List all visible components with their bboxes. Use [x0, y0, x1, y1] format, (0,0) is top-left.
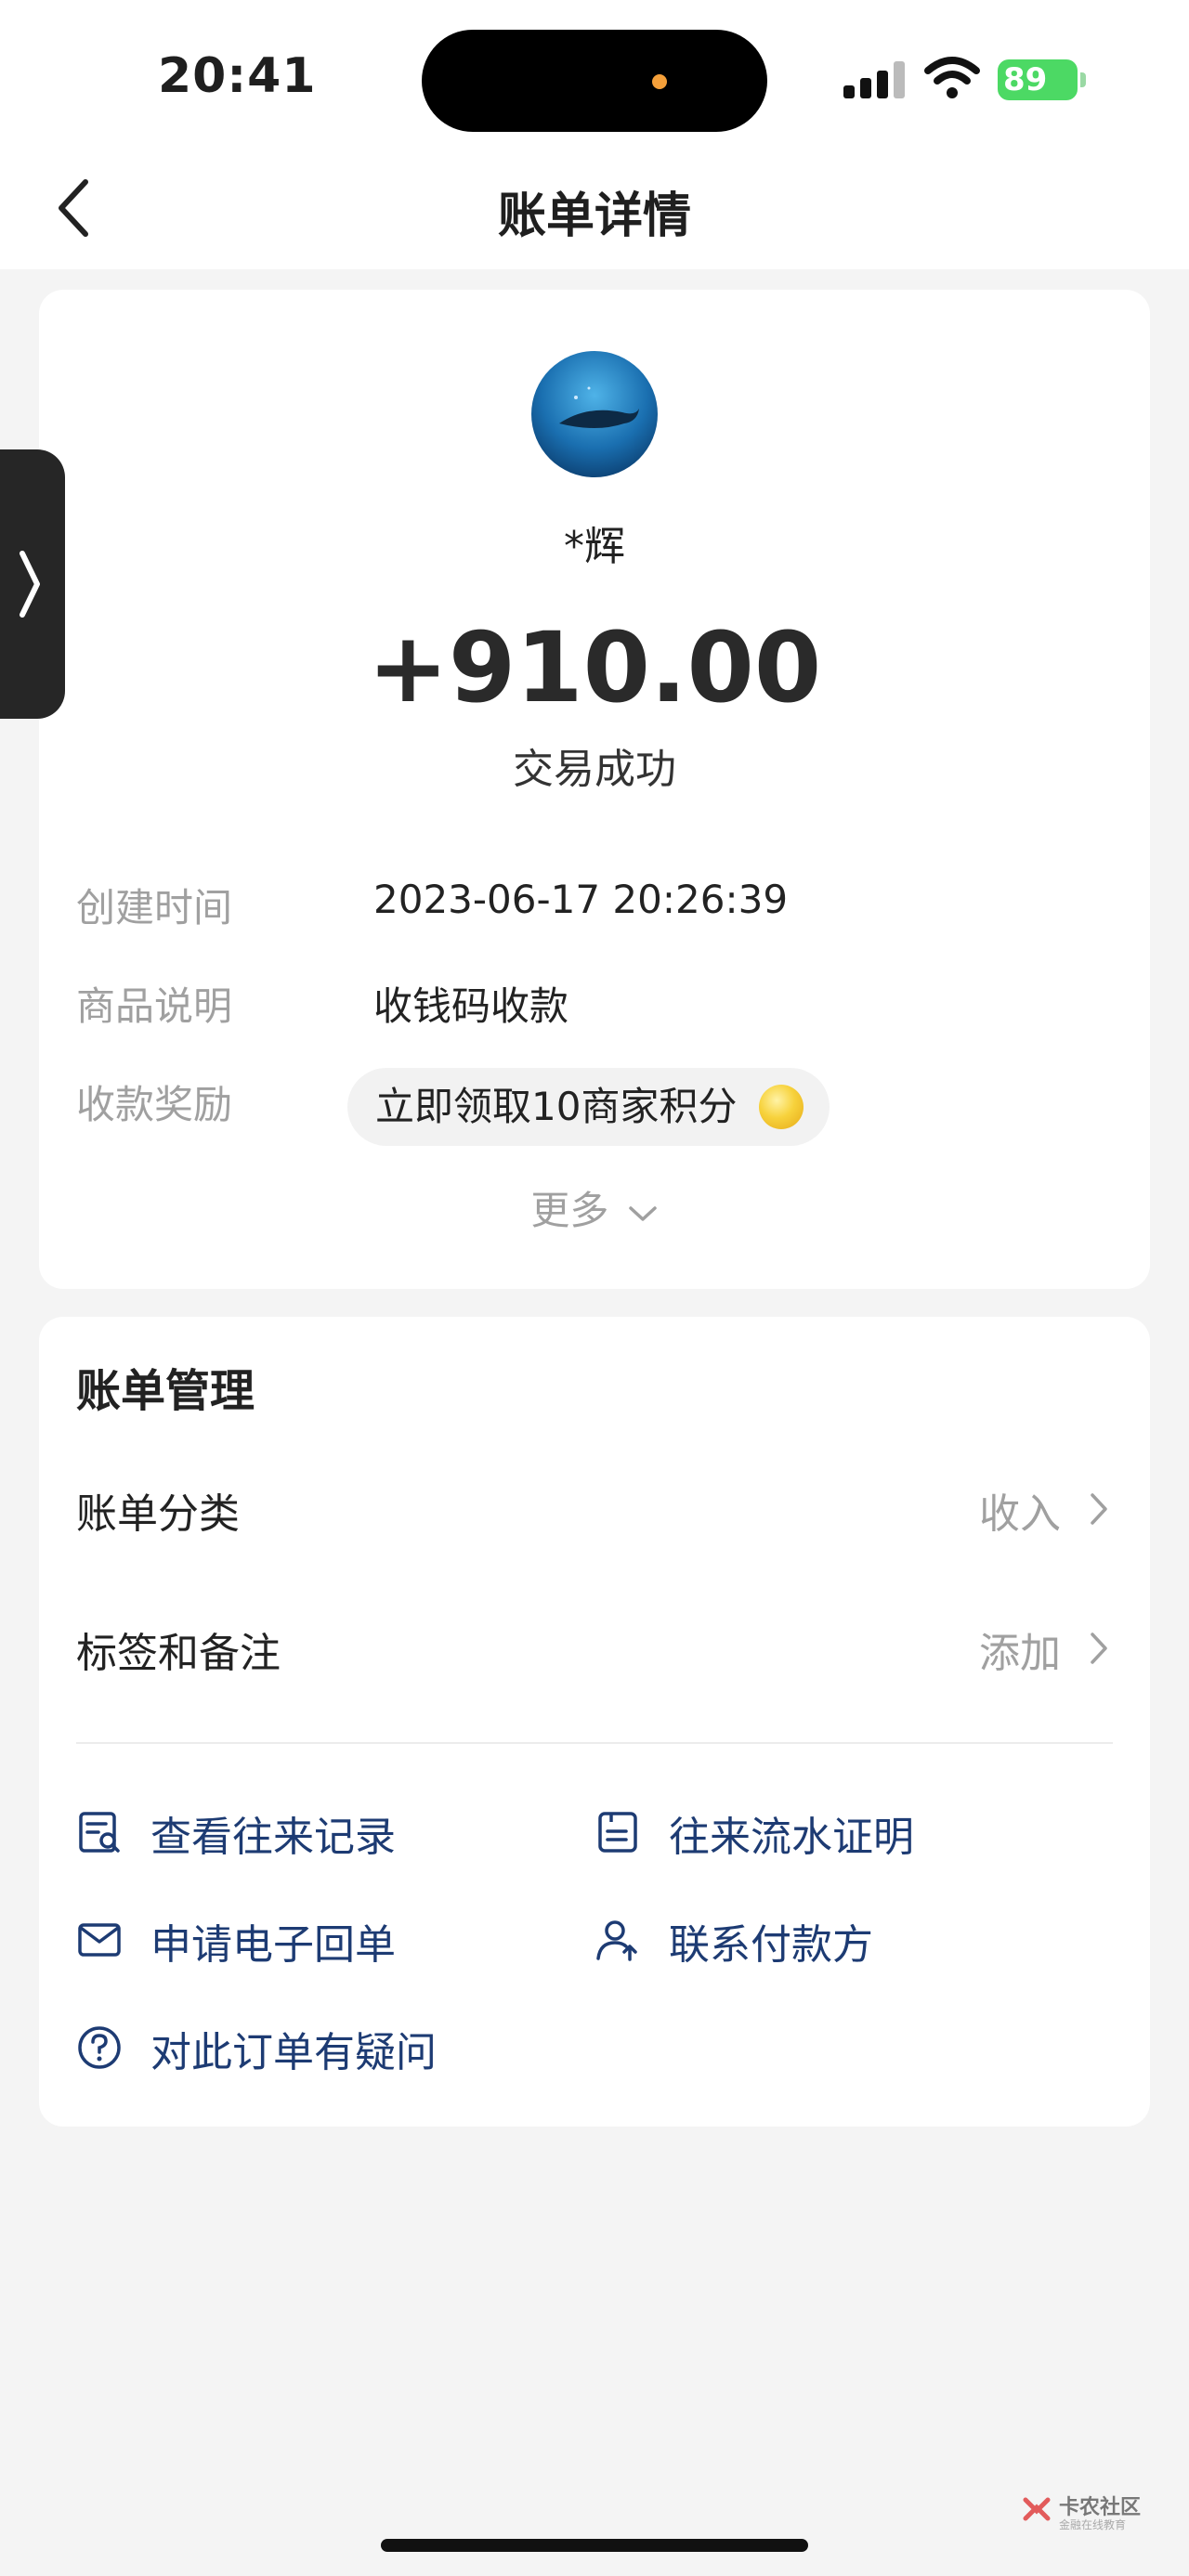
reward-label: 收款奖励: [76, 1082, 233, 1127]
bill-category-value: 收入: [979, 1490, 1061, 1538]
bill-category-label: 账单分类: [76, 1490, 240, 1538]
contact-person-icon: [596, 1920, 637, 1961]
coin-icon: [759, 1085, 804, 1129]
status-bar: 20:41 89: [0, 0, 1189, 149]
transaction-status: 交易成功: [513, 746, 676, 793]
envelope-icon: [78, 1923, 121, 1957]
nav-bar: 账单详情: [0, 149, 1189, 269]
chevron-right-icon: [1091, 1633, 1107, 1664]
statement-proof-label: 往来流水证明: [669, 1814, 914, 1861]
transaction-amount: +910.00: [367, 611, 822, 724]
contact-payer-label: 联系付款方: [669, 1921, 873, 1969]
divider: [76, 1742, 1113, 1744]
tags-notes-row[interactable]: 标签和备注 添加: [76, 1605, 1113, 1688]
home-indicator[interactable]: [381, 2539, 808, 2552]
record-search-icon: [79, 1812, 120, 1853]
camera-indicator-dot: [652, 74, 667, 89]
bill-category-row[interactable]: 账单分类 收入: [76, 1465, 1113, 1549]
statement-icon: [598, 1812, 637, 1853]
wifi-icon: [924, 57, 980, 98]
tags-notes-label: 标签和备注: [76, 1630, 281, 1677]
watermark-subtext: 金融在线教育: [1059, 2518, 1127, 2531]
product-desc-value: 收钱码收款: [373, 983, 569, 1029]
e-receipt-label: 申请电子回单: [150, 1921, 396, 1969]
created-time-label: 创建时间: [76, 885, 233, 930]
question-icon: [78, 2026, 121, 2069]
created-time-value: 2023-06-17 20:26:39: [373, 877, 789, 922]
more-label: 更多: [530, 1188, 609, 1233]
battery-tip: [1080, 72, 1086, 87]
product-desc-label: 商品说明: [76, 983, 233, 1029]
section-title: 账单管理: [76, 1365, 255, 1417]
chevron-right-icon: [20, 551, 40, 618]
payer-name: *辉: [564, 523, 625, 570]
battery-icon: 89: [998, 59, 1078, 100]
status-time: 20:41: [158, 48, 317, 104]
page-title: 账单详情: [497, 189, 691, 244]
avatar: [531, 351, 658, 477]
order-question-label: 对此订单有疑问: [150, 2029, 437, 2076]
claim-reward-button[interactable]: 立即领取10商家积分: [347, 1068, 830, 1146]
battery-level: 89: [1003, 61, 1048, 98]
tags-notes-value: 添加: [979, 1630, 1061, 1677]
watermark-logo: 卡农社区 金融在线教育: [1020, 2487, 1141, 2533]
side-drawer-handle[interactable]: [0, 449, 65, 719]
view-records-label: 查看往来记录: [150, 1814, 396, 1861]
claim-reward-text: 立即领取10商家积分: [375, 1084, 738, 1129]
cellular-signal-icon: [843, 61, 905, 98]
bill-management-card: 账单管理 账单分类 收入 标签和备注 添加 查看往来记录 往来流水证明 申请电子…: [39, 1317, 1150, 2127]
more-button[interactable]: 更多: [39, 1179, 1150, 1236]
chevron-right-icon: [1091, 1493, 1107, 1525]
dynamic-island: [422, 30, 767, 132]
watermark-icon: [1023, 2497, 1051, 2521]
chevron-down-icon: [628, 1205, 657, 1221]
transaction-card: *辉 +910.00 交易成功 创建时间 2023-06-17 20:26:39…: [39, 290, 1150, 1289]
